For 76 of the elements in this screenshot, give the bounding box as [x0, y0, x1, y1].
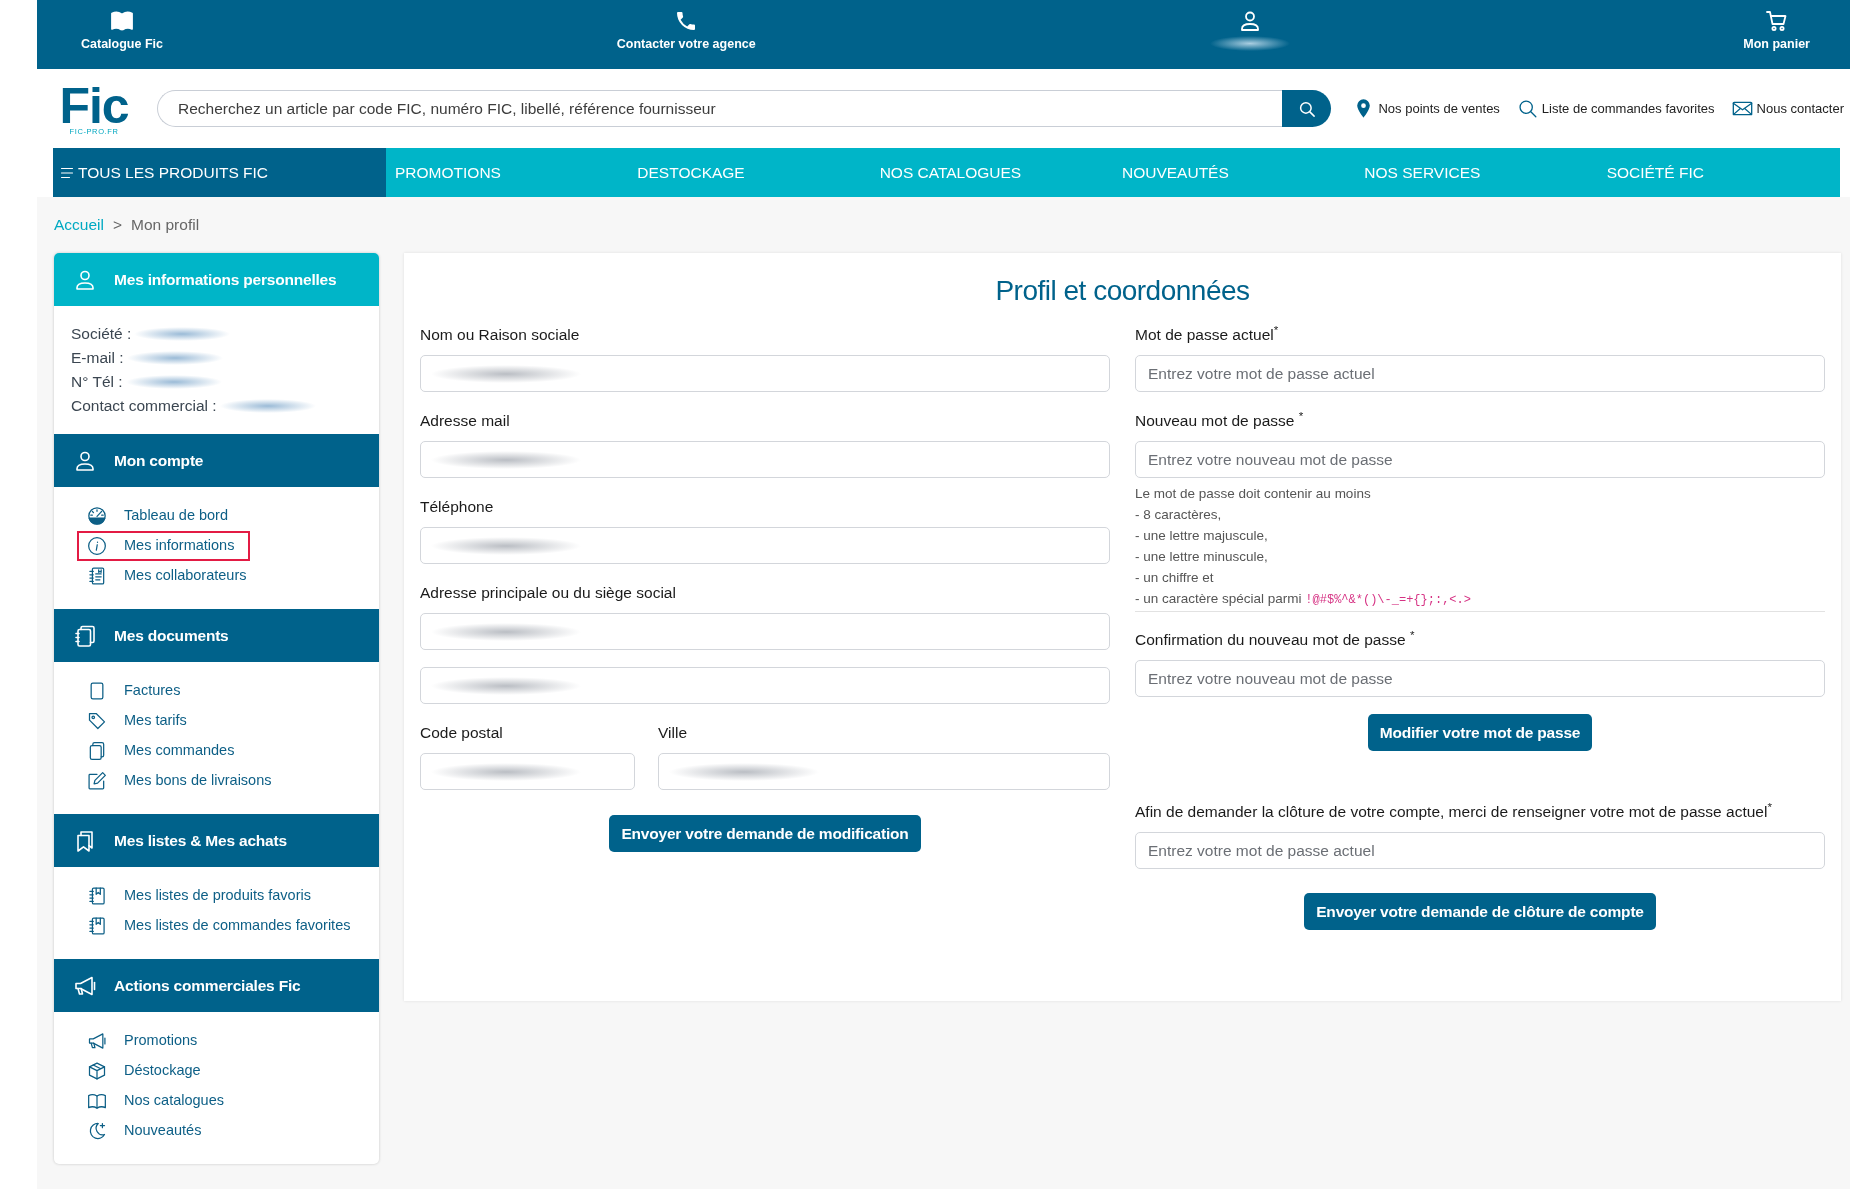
sidebar-link[interactable]: Nouveautés [77, 1116, 218, 1146]
field-label: Ville [658, 723, 687, 743]
field-label: Afin de demander la clôture de votre compte, merci de renseigner votre mot de passe actuel$^{*}$ [1135, 800, 1772, 822]
top-bar-link[interactable]: Catalogue Fic [81, 0, 163, 62]
breadcrumb-separator: > [112, 215, 123, 236]
header-link[interactable]: Nous contacter [1731, 98, 1844, 119]
submit-button[interactable]: Modifier votre mot de passe [1367, 714, 1593, 751]
all-products-menu[interactable]: TOUS LES PRODUITS FIC [53, 148, 386, 197]
header-link[interactable]: Nos points de ventes [1353, 98, 1500, 119]
notebook-icon [87, 886, 107, 906]
input-field[interactable] [658, 753, 1110, 790]
top-bar-link[interactable]: Contacter votre agence [616, 0, 756, 62]
info-icon [87, 536, 107, 556]
input-field[interactable] [420, 613, 1110, 650]
edit-icon [87, 771, 107, 791]
input-field[interactable] [420, 753, 635, 790]
info-label: Société : [71, 324, 132, 344]
password-field[interactable]: Entrez votre mot de passe actuel [1135, 832, 1825, 869]
search-field[interactable]: Recherchez un article par code FIC, numéro FIC, libellé, référence fournisseur [157, 90, 1283, 127]
notebook-icon [87, 916, 107, 936]
field-label: Nouveau mot de passe $^{*}$ [1135, 409, 1304, 431]
notepad-icon [87, 566, 107, 586]
sidebar-link[interactable]: Mes tarifs [77, 706, 203, 736]
password-field[interactable]: Entrez votre mot de passe actuel [1135, 355, 1825, 392]
documents-icon [73, 623, 97, 648]
sidebar-link[interactable]: Mes informations [77, 531, 251, 561]
field-label: Adresse principale ou du siège social [420, 583, 676, 603]
breadcrumb-current: Mon profil [131, 215, 200, 236]
sidebar-link[interactable]: Déstockage [77, 1056, 217, 1086]
sidebar-link[interactable]: Factures [77, 676, 197, 706]
input-field[interactable] [420, 441, 1110, 478]
input-field[interactable] [420, 527, 1110, 564]
password-field[interactable]: Entrez votre nouveau mot de passe [1135, 441, 1825, 478]
sidebar-link[interactable]: Mes listes de produits favoris [77, 881, 327, 911]
sidebar-link[interactable]: Mes bons de livraisons [77, 766, 288, 796]
search-icon [1297, 99, 1316, 118]
info-label: E-mail : [71, 348, 124, 368]
sidebar-link[interactable]: Nos catalogues [77, 1086, 240, 1116]
submit-button[interactable]: Envoyer votre demande de clôture de compte [1304, 893, 1656, 930]
sidebar-link[interactable]: Mes commandes [77, 736, 251, 766]
form-title: Profil et coordonnées [995, 274, 1250, 308]
section-header[interactable]: Actions commerciales Fic [54, 959, 379, 1012]
field-label: Code postal [420, 723, 503, 743]
field-label: Confirmation du nouveau mot de passe $^{*}$ [1135, 628, 1415, 650]
section-header[interactable]: Mon compte [54, 434, 379, 487]
box-icon [87, 1061, 107, 1081]
header-link[interactable]: Liste de commandes favorites [1516, 98, 1715, 119]
field-label: Mot de passe actuel$^{*}$ [1135, 323, 1279, 345]
sidebar-link[interactable]: Tableau de bord [77, 501, 244, 531]
sidebar-link[interactable]: Promotions [77, 1026, 214, 1056]
gauge-icon [87, 506, 107, 526]
search-button[interactable] [1282, 90, 1332, 127]
field-label: Téléphone [420, 497, 494, 517]
section-header[interactable]: Mes documents [54, 609, 379, 662]
moon-icon [87, 1121, 107, 1141]
info-label: Contact commercial : [71, 396, 217, 416]
tag-icon [87, 711, 107, 731]
submit-button[interactable]: Envoyer votre demande de modification [609, 815, 921, 852]
megaphone-icon [87, 1031, 107, 1051]
password-field[interactable]: Entrez votre nouveau mot de passe [1135, 660, 1825, 697]
password-rules-text: Le mot de passe doit contenir au moins - 8 caractères, - une lettre majuscule, - une lettre minuscule, - un chiffre et - un caractère spécial parmi !@#$%^&*()\-_=+{};:,<.> [1135, 485, 1472, 609]
input-field[interactable] [420, 667, 1110, 704]
section-header[interactable]: Mes listes & Mes achats [54, 814, 379, 867]
top-bar-link[interactable]: Mon panier [1743, 0, 1810, 62]
sidebar-link[interactable]: Mes collaborateurs [77, 561, 263, 591]
input-field[interactable] [420, 355, 1110, 392]
field-label: Adresse mail [420, 411, 510, 431]
info-label: N° Tél : [71, 372, 123, 392]
sidebar-link[interactable]: Mes listes de commandes favorites [77, 911, 367, 941]
menu-icon [61, 166, 73, 179]
cart-icon [1764, 9, 1789, 33]
field-label: Nom ou Raison sociale [420, 325, 580, 345]
book-icon [110, 9, 134, 33]
book-icon [87, 1091, 107, 1111]
search-icon [1516, 98, 1538, 119]
pages-icon [87, 741, 107, 761]
